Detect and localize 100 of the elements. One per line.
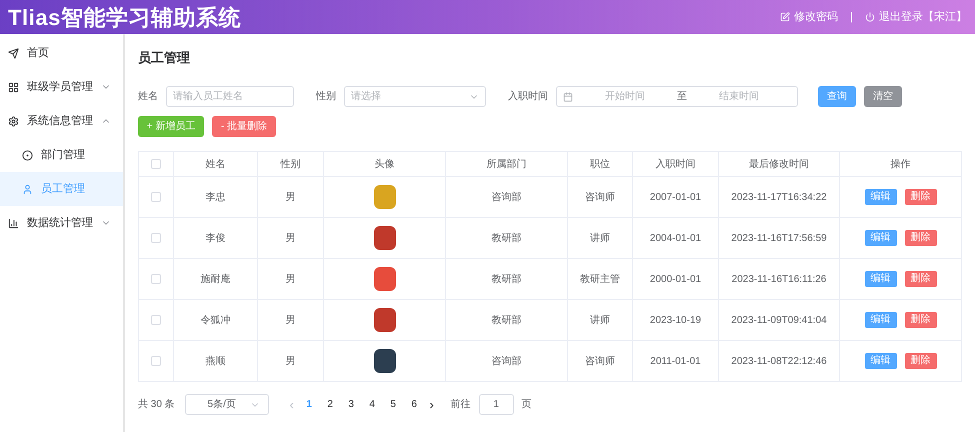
page-title: 员工管理: [138, 49, 191, 67]
table-cell: 2023-11-16T17:56:59: [731, 232, 827, 244]
header-link[interactable]: 修改密码: [780, 8, 838, 26]
table-cell: 男: [286, 192, 296, 202]
column-header: 入职时间: [656, 158, 696, 170]
page-number[interactable]: 3: [340, 397, 362, 412]
clear-button[interactable]: 清空: [864, 86, 902, 107]
row-checkbox[interactable]: [151, 274, 161, 284]
delete-button[interactable]: 删除: [904, 271, 936, 287]
table-cell: 教研部: [492, 314, 522, 326]
avatar-placeholder: [374, 185, 396, 209]
table-cell: 教研部: [492, 232, 522, 244]
column-header: 操作: [890, 158, 910, 170]
table-cell: 2023-11-16T16:11:26: [732, 274, 826, 284]
calendar-icon: [563, 92, 573, 102]
table-cell: 教研部: [492, 274, 522, 284]
edit-button[interactable]: 编辑: [864, 230, 896, 246]
page-number[interactable]: 2: [320, 397, 341, 412]
table-cell: 男: [286, 356, 296, 366]
table-cell: 2023-11-08T22:12:46: [731, 356, 827, 366]
goto-label: 前往: [450, 398, 471, 412]
avatar-placeholder: [374, 226, 396, 250]
table-cell: 2023-10-19: [650, 314, 702, 326]
table-cell: 燕顺: [206, 356, 226, 366]
table-cell: 2011-01-01: [650, 356, 701, 366]
table-cell: 讲师: [590, 232, 610, 244]
page-number[interactable]: 5: [382, 397, 404, 412]
table-cell: 男: [286, 274, 296, 284]
header-separator: |: [850, 10, 853, 25]
avatar-placeholder: [374, 267, 396, 291]
table-cell: 男: [286, 314, 296, 326]
delete-button[interactable]: 删除: [904, 189, 936, 205]
table-cell: 令狐冲: [200, 314, 230, 326]
row-checkbox[interactable]: [151, 233, 161, 243]
sidebar-item[interactable]: 部门管理: [0, 138, 123, 172]
add-button[interactable]: + 新增员工: [138, 116, 204, 137]
row-checkbox[interactable]: [151, 192, 161, 202]
send-icon: [8, 48, 19, 58]
sidebar-item[interactable]: 数据统计管理: [0, 206, 123, 240]
page-number[interactable]: 6: [404, 397, 425, 412]
page-number[interactable]: 1: [298, 397, 320, 412]
table-cell: 教研主管: [580, 274, 620, 284]
page-input[interactable]: 1: [478, 394, 514, 415]
column-header: 所属部门: [486, 158, 526, 170]
table-cell: 2007-01-01: [650, 192, 702, 202]
name-input[interactable]: 请输入员工姓名: [166, 86, 294, 107]
delete-button[interactable]: 删除: [904, 312, 936, 328]
table-cell: 咨询师: [585, 356, 615, 366]
user-icon: [22, 184, 33, 194]
filter-label: 入职时间: [508, 90, 548, 104]
column-header: 最后修改时间: [749, 158, 809, 170]
table-cell: 李俊: [206, 232, 226, 244]
page-number[interactable]: 4: [362, 397, 383, 412]
grid-icon: [8, 82, 19, 92]
dept-icon: [22, 150, 33, 160]
edit-button[interactable]: 编辑: [864, 353, 896, 369]
avatar-placeholder: [374, 308, 396, 332]
table-cell: 咨询部: [492, 192, 522, 202]
table-cell: 讲师: [590, 314, 610, 326]
avatar-placeholder: [374, 349, 396, 373]
table-cell: 2023-11-17T16:34:22: [731, 192, 827, 202]
delete-button[interactable]: 删除: [904, 230, 936, 246]
table-cell: 2004-01-01: [650, 232, 702, 244]
delete-button[interactable]: 删除: [904, 353, 936, 369]
app-title: Tlias智能学习辅助系统: [8, 4, 242, 32]
goto-suffix: 页: [522, 398, 532, 412]
edit-button[interactable]: 编辑: [864, 271, 896, 287]
sidebar-item[interactable]: 员工管理: [0, 172, 123, 206]
power-icon: [865, 12, 875, 22]
chart-icon: [8, 218, 19, 228]
column-header: 头像: [374, 158, 394, 170]
sidebar-item[interactable]: 首页: [0, 36, 123, 70]
batch-delete-button[interactable]: - 批量删除: [212, 116, 276, 137]
table-cell: 男: [286, 232, 296, 244]
date-range-picker[interactable]: 开始时间 至 结束时间: [556, 86, 798, 107]
edit-button[interactable]: 编辑: [864, 312, 896, 328]
gear-icon: [8, 116, 19, 126]
table-cell: 咨询部: [492, 356, 522, 366]
prev-page-button[interactable]: ‹: [284, 394, 299, 414]
filter-label: 性别: [316, 90, 336, 104]
select-all-checkbox[interactable]: [151, 159, 161, 169]
edit-button[interactable]: 编辑: [864, 189, 896, 205]
column-header: 姓名: [206, 158, 226, 170]
page-size-select[interactable]: 5条/页: [184, 394, 269, 415]
edit-icon: [780, 12, 790, 22]
total-count: 共 30 条: [138, 398, 175, 412]
table-cell: 2023-11-09T09:41:04: [731, 314, 827, 326]
table-cell: 李忠: [206, 192, 226, 202]
filter-label: 姓名: [138, 90, 158, 104]
query-button[interactable]: 查询: [818, 86, 856, 107]
header-link[interactable]: 退出登录【宋江】: [865, 8, 967, 26]
column-header: 职位: [590, 158, 610, 170]
table-cell: 2000-01-01: [650, 274, 702, 284]
sidebar-item[interactable]: 系统信息管理: [0, 104, 123, 138]
gender-select[interactable]: 请选择: [344, 86, 486, 107]
sidebar-item[interactable]: 班级学员管理: [0, 70, 123, 104]
row-checkbox[interactable]: [151, 315, 161, 325]
column-header: 性别: [280, 158, 300, 170]
row-checkbox[interactable]: [151, 356, 161, 366]
next-page-button[interactable]: ›: [424, 394, 439, 414]
